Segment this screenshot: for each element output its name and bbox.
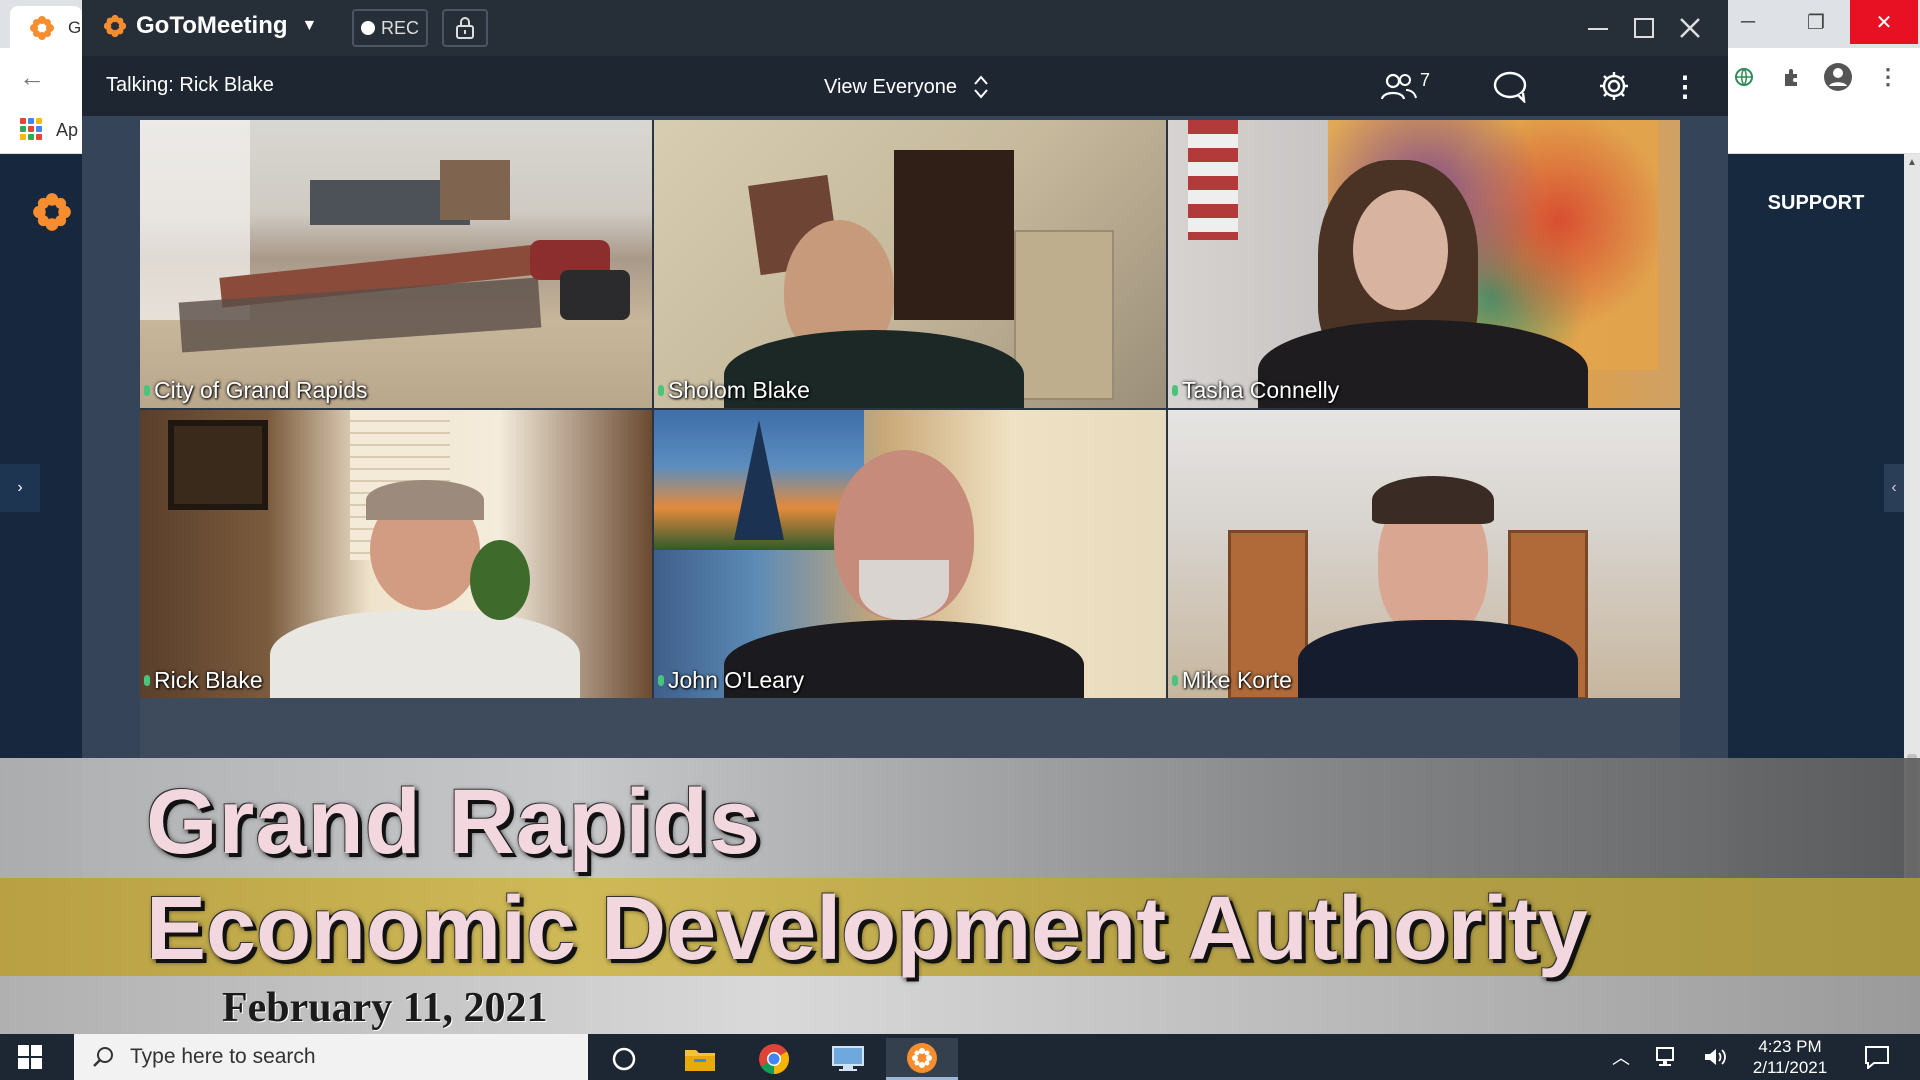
file-explorer-icon [685,1050,715,1071]
video-tile[interactable]: Tasha Connelly [1168,120,1680,408]
extensions-icon[interactable] [1774,59,1810,95]
windows-start-icon[interactable] [18,1045,42,1069]
minimize-icon [1588,28,1608,30]
participant-count: 7 [1420,69,1431,90]
overlay-title: Grand Rapids [146,771,762,873]
volume-icon [1705,1049,1726,1065]
gtm-toolbar: Talking: Rick Blake View Everyone 7 ⋮ [82,56,1728,116]
gear-icon [1600,72,1628,100]
collapse-right-button[interactable]: ‹ [1884,464,1904,512]
more-vertical-icon: ⋮ [1671,70,1699,102]
browser-tab[interactable]: G [10,6,82,48]
view-mode-selector[interactable]: View Everyone [824,74,989,100]
video-tile[interactable]: Rick Blake [140,410,652,698]
video-tile[interactable]: John O'Leary [654,410,1166,698]
search-icon [93,1047,113,1067]
gotomeeting-logo-icon [30,16,54,40]
video-tile[interactable]: City of Grand Rapids [140,120,652,408]
overlay-subtitle: Economic Development Authority [146,879,1588,979]
clock-date: 2/11/2021 [1752,1058,1828,1077]
chevron-left-icon: ‹ [1891,479,1897,496]
chat-icon [1493,71,1527,103]
support-link[interactable]: SUPPORT [1728,192,1904,215]
video-grid: City of Grand Rapids Sholom Blake Tasha … [140,120,1680,698]
talking-indicator: Talking: Rick Blake [106,74,274,96]
minimize-button[interactable] [1578,8,1618,48]
participant-name: Tasha Connelly [1172,377,1339,404]
chrome-button[interactable] [738,1038,810,1080]
mic-icon [1172,385,1178,396]
mic-icon [658,385,664,396]
chevron-right-icon: › [17,479,23,496]
back-arrow-icon[interactable]: ← [14,59,50,95]
taskbar-search-placeholder: Type here to search [130,1045,316,1068]
close-button[interactable] [1670,8,1710,48]
cortana-icon [612,1047,636,1071]
show-hidden-icons-button[interactable]: ︿ [1606,1034,1636,1080]
chrome-icon [759,1044,789,1074]
profile-icon[interactable] [1820,59,1856,95]
chevron-up-icon: ︿ [1612,1048,1630,1068]
gotomeeting-logo-icon [907,1042,937,1073]
video-tile[interactable]: Sholom Blake [654,120,1166,408]
monitor-icon [832,1046,864,1071]
taskbar-search-input[interactable]: Type here to search [74,1034,588,1080]
globe-icon[interactable] [1726,59,1762,95]
network-icon [1656,1047,1674,1066]
record-button[interactable]: REC [352,9,428,47]
browser-close-button[interactable]: ✕ [1850,0,1918,44]
lock-meeting-button[interactable] [442,9,488,47]
video-tile[interactable]: Mike Korte [1168,410,1680,698]
gtm-titlebar: GoToMeeting ▼ REC [82,0,1728,56]
action-center-button[interactable] [1852,1034,1902,1080]
gotomeeting-taskbar-button[interactable] [886,1038,958,1080]
record-label: REC [380,17,419,38]
participant-name: John O'Leary [658,667,804,694]
browser-restore-button[interactable]: ❐ [1782,0,1850,44]
overlay-date: February 11, 2021 [222,985,548,1031]
clock-time: 4:23 PM [1758,1037,1822,1056]
windows-taskbar: Type here to search ︿ 4:23 PM 2/11/2021 [0,1034,1920,1080]
participant-name: Sholom Blake [658,377,810,404]
maximize-icon [1634,18,1654,38]
attendees-button[interactable]: 7 [1380,68,1430,104]
settings-button[interactable] [1594,68,1634,104]
apps-label[interactable]: Ap [56,120,78,141]
participant-name: Rick Blake [144,667,263,694]
gotomeeting-logo-icon [103,14,127,38]
apps-icon[interactable] [20,118,42,140]
people-icon [1380,73,1417,100]
view-mode-label: View Everyone [824,75,958,98]
sort-arrows-icon [974,75,988,99]
volume-button[interactable] [1696,1034,1736,1080]
browser-tab-label: G [68,18,82,37]
more-options-button[interactable]: ⋮ [1670,68,1700,104]
expand-left-button[interactable]: › [0,464,40,512]
chat-button[interactable] [1490,68,1530,104]
maximize-button[interactable] [1624,8,1664,48]
mic-icon [1172,675,1178,686]
mic-icon [144,385,150,396]
participant-name: City of Grand Rapids [144,377,367,404]
file-explorer-button[interactable] [664,1038,736,1080]
taskbar-clock[interactable]: 4:23 PM 2/11/2021 [1740,1036,1840,1078]
mic-icon [658,675,664,686]
remote-desktop-button[interactable] [812,1038,884,1080]
gtm-brand-menu[interactable]: GoToMeeting ▼ [102,12,317,40]
browser-menu-icon[interactable]: ⋮ [1870,59,1906,95]
caret-down-icon: ▼ [301,17,318,34]
close-icon [1680,18,1700,38]
notification-icon [1865,1046,1889,1069]
participant-name: Mike Korte [1172,667,1292,694]
site-logo-icon [33,193,71,231]
cortana-button[interactable] [588,1038,660,1080]
grid-footer [140,698,1680,758]
lock-icon [456,17,474,39]
scroll-up-icon[interactable]: ▲ [1904,154,1920,172]
mic-icon [144,675,150,686]
gtm-brand-label: GoToMeeting [136,12,288,39]
network-button[interactable] [1648,1034,1688,1080]
record-icon [360,21,375,35]
